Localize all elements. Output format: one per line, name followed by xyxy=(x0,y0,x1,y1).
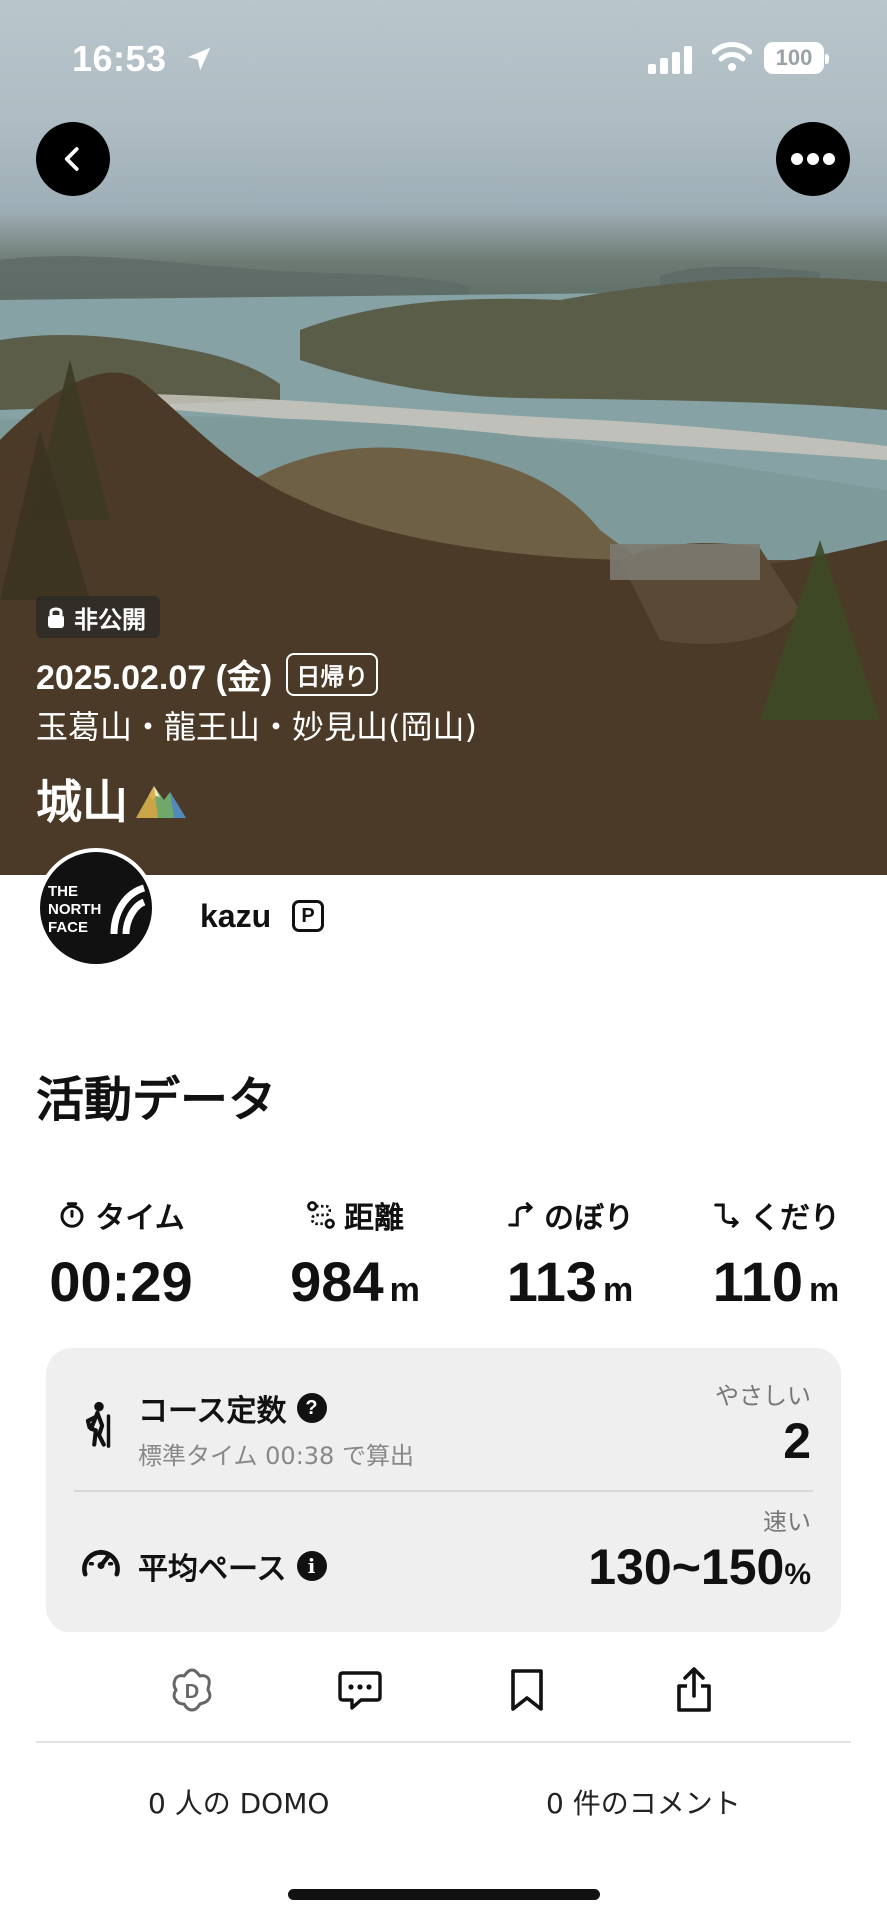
user-name[interactable]: kazu xyxy=(200,898,271,935)
premium-badge: P xyxy=(292,900,324,932)
lock-icon xyxy=(48,607,64,628)
wifi-icon xyxy=(712,42,752,71)
stat-value: 984 xyxy=(290,1250,384,1313)
share-icon xyxy=(677,1667,711,1712)
activity-date: 2025.02.07 (金) xyxy=(36,659,273,697)
svg-text:FACE: FACE xyxy=(48,919,88,936)
stat-unit: m xyxy=(389,1271,420,1309)
chevron-left-icon xyxy=(64,147,79,171)
pace-unit: % xyxy=(784,1558,811,1591)
ellipsis-icon xyxy=(791,153,835,165)
share-button[interactable] xyxy=(664,1660,724,1720)
status-bar: 16:53 100 xyxy=(0,0,887,110)
stat-ascent: のぼり 113 m xyxy=(490,1195,650,1314)
stat-label: 距離 xyxy=(344,1201,404,1236)
stat-label: のぼり xyxy=(544,1201,634,1236)
activity-title-row: 城山 xyxy=(36,766,188,832)
home-indicator xyxy=(288,1889,600,1900)
location-arrow-icon xyxy=(187,47,211,71)
stat-unit: m xyxy=(809,1271,840,1309)
stat-descent: くだり 110 m xyxy=(696,1195,856,1314)
comment-count-link[interactable]: 0 件のコメント xyxy=(546,1782,741,1822)
domo-count-link[interactable]: 0 人の DOMO xyxy=(148,1782,329,1822)
route-icon xyxy=(307,1201,335,1229)
brand-logo: THE NORTH FACE xyxy=(48,883,146,936)
action-bar: D xyxy=(0,1632,887,1742)
activity-info-card: コース定数 ? 標準タイム 00:38 で算出 やさしい 2 平均ペース i 速… xyxy=(46,1348,841,1633)
descent-icon xyxy=(714,1203,740,1228)
stat-time: タイム 00:29 xyxy=(36,1195,206,1314)
course-constant-value: 2 xyxy=(783,1413,811,1469)
pace-rating: 速い xyxy=(763,1508,811,1536)
stat-value: 110 xyxy=(712,1250,804,1313)
course-constant-label: コース定数 xyxy=(138,1394,287,1429)
course-constant-row[interactable]: コース定数 ? 標準タイム 00:38 で算出 やさしい 2 xyxy=(46,1348,841,1490)
back-button[interactable] xyxy=(36,122,110,196)
domo-button[interactable]: D xyxy=(162,1660,222,1720)
battery-icon: 100 xyxy=(764,42,829,74)
svg-text:THE: THE xyxy=(48,883,78,900)
average-pace-value: 130~150 xyxy=(588,1539,785,1595)
info-icon[interactable]: i xyxy=(296,1551,327,1581)
status-time: 16:53 xyxy=(72,38,167,79)
divider xyxy=(36,1741,851,1743)
avatar[interactable]: THE NORTH FACE xyxy=(36,848,156,968)
svg-text:D: D xyxy=(185,1681,199,1703)
help-icon[interactable]: ? xyxy=(296,1393,327,1423)
stat-value: 00:29 xyxy=(49,1250,193,1313)
stat-distance: 距離 984 m xyxy=(270,1195,440,1314)
comment-icon xyxy=(338,1671,382,1710)
privacy-label: 非公開 xyxy=(74,605,146,634)
average-pace-row[interactable]: 平均ペース i 速い 130~150% xyxy=(46,1492,841,1634)
bookmark-icon xyxy=(511,1669,543,1711)
domo-icon: D xyxy=(172,1668,212,1712)
stat-value: 113 xyxy=(506,1250,598,1313)
bookmark-button[interactable] xyxy=(497,1660,557,1720)
course-difficulty: やさしい xyxy=(715,1382,811,1410)
section-title: 活動データ xyxy=(36,1072,277,1128)
timer-icon xyxy=(60,1202,84,1228)
comment-button[interactable] xyxy=(330,1660,390,1720)
privacy-badge: 非公開 xyxy=(36,596,160,638)
stat-unit: m xyxy=(603,1271,634,1309)
speedometer-icon xyxy=(82,1549,120,1577)
activity-title: 城山 xyxy=(36,775,128,829)
more-options-button[interactable] xyxy=(776,122,850,196)
cellular-signal-icon xyxy=(648,46,692,74)
mountain-area[interactable]: 玉葛山・龍王山・妙見山(岡山) xyxy=(36,702,477,748)
mountain-icon xyxy=(136,786,186,818)
stat-label: くだり xyxy=(750,1201,840,1236)
standard-time-note: 標準タイム 00:38 で算出 xyxy=(138,1442,414,1470)
stat-label: タイム xyxy=(95,1201,185,1236)
trip-type-badge: 日帰り xyxy=(286,653,379,696)
svg-text:NORTH: NORTH xyxy=(48,901,101,918)
date-row: 2025.02.07 (金) 日帰り xyxy=(36,650,379,699)
average-pace-label: 平均ペース xyxy=(138,1552,287,1587)
hiker-icon xyxy=(85,1401,111,1448)
ascent-icon xyxy=(508,1202,534,1227)
